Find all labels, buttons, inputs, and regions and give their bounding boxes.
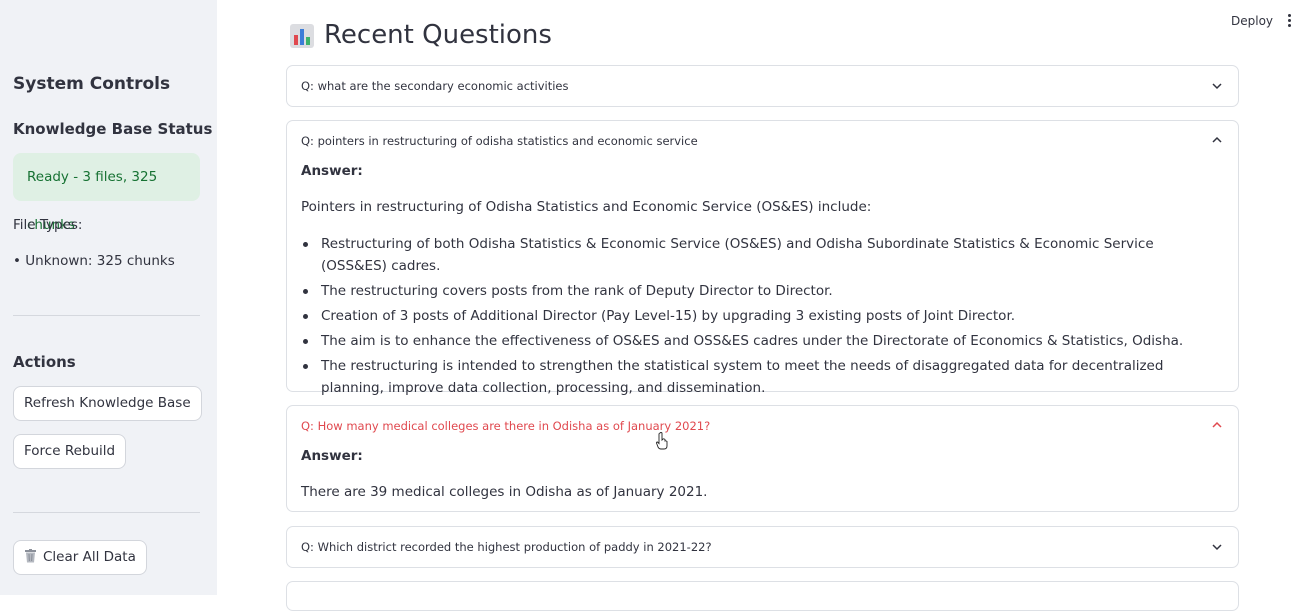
hand-cursor-icon (656, 432, 668, 450)
main-content: Deploy Recent Questions Q: what are the … (217, 0, 1308, 595)
sidebar-heading: System Controls (13, 74, 170, 94)
answer-label: Answer: (301, 163, 363, 179)
more-options-icon[interactable] (1285, 14, 1293, 30)
kb-status-badge: Ready - 3 files, 325 chunks (13, 153, 200, 201)
force-rebuild-button[interactable]: Force Rebuild (13, 434, 126, 469)
chevron-up-icon (1212, 420, 1222, 430)
chevron-up-icon (1212, 135, 1222, 145)
question-expander[interactable]: Q: pointers in restructuring of odisha s… (286, 120, 1239, 392)
answer-bullet: The restructuring is intended to strengt… (301, 355, 1201, 399)
trash-icon (24, 543, 37, 557)
file-types-item: • Unknown: 325 chunks (13, 253, 175, 269)
sidebar-divider (13, 512, 200, 513)
question-expander[interactable]: Q: Which district recorded the highest p… (286, 526, 1239, 568)
answer-bullet-list: Restructuring of both Odisha Statistics … (301, 233, 1201, 402)
clear-all-data-label: Clear All Data (43, 549, 136, 565)
file-types-label: File Types: (13, 217, 82, 233)
question-label: Q: Which district recorded the highest p… (301, 540, 712, 554)
answer-bullet: Creation of 3 posts of Additional Direct… (301, 305, 1201, 327)
chevron-down-icon (1212, 542, 1222, 552)
question-label: Q: pointers in restructuring of odisha s… (301, 134, 698, 148)
sidebar-divider (13, 315, 200, 316)
chevron-down-icon (1212, 81, 1222, 91)
question-label: Q: what are the secondary economic activ… (301, 79, 569, 93)
answer-bullet: The aim is to enhance the effectiveness … (301, 330, 1201, 352)
question-expander[interactable]: Q: what are the secondary economic activ… (286, 65, 1239, 107)
question-label: Q: How many medical colleges are there i… (301, 419, 710, 433)
answer-bullet: Restructuring of both Odisha Statistics … (301, 233, 1201, 277)
answer-text: There are 39 medical colleges in Odisha … (301, 484, 707, 500)
actions-heading: Actions (13, 353, 76, 371)
answer-intro: Pointers in restructuring of Odisha Stat… (301, 199, 871, 215)
deploy-button[interactable]: Deploy (1231, 14, 1273, 28)
sidebar: System Controls Knowledge Base Status Re… (0, 0, 217, 595)
refresh-knowledge-base-button[interactable]: Refresh Knowledge Base (13, 386, 202, 421)
clear-all-data-button[interactable]: Clear All Data (13, 540, 147, 575)
answer-bullet: The restructuring covers posts from the … (301, 280, 1201, 302)
question-expander[interactable] (286, 581, 1239, 611)
page-title: Recent Questions (324, 20, 552, 50)
question-expander[interactable]: Q: How many medical colleges are there i… (286, 405, 1239, 512)
bar-chart-icon (290, 24, 314, 48)
kb-status-heading: Knowledge Base Status (13, 120, 212, 138)
answer-label: Answer: (301, 448, 363, 464)
